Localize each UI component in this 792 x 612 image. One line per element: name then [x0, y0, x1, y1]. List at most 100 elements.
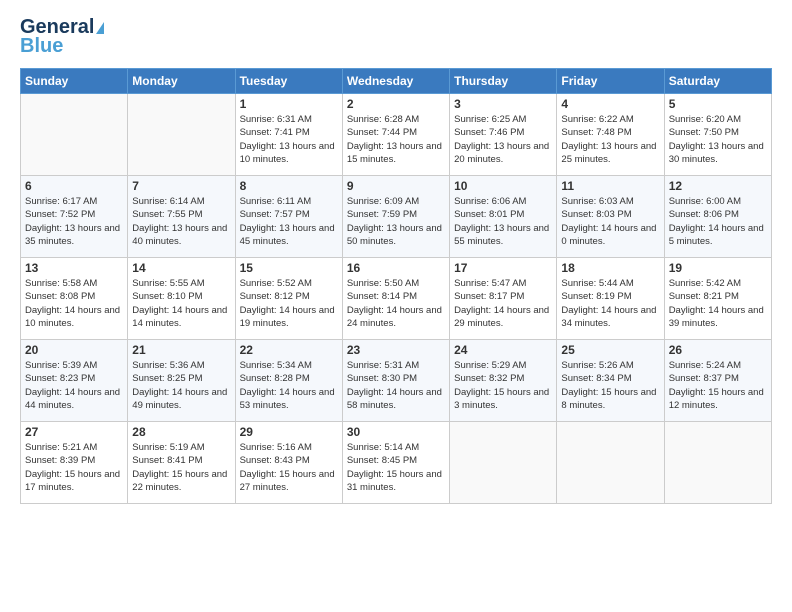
calendar-cell: 24 Sunrise: 5:29 AMSunset: 8:32 PMDayligh… — [450, 340, 557, 422]
day-info: Sunrise: 6:03 AMSunset: 8:03 PMDaylight:… — [561, 195, 659, 248]
day-info: Sunrise: 5:50 AMSunset: 8:14 PMDaylight:… — [347, 277, 445, 330]
calendar-cell: 3 Sunrise: 6:25 AMSunset: 7:46 PMDaylight… — [450, 94, 557, 176]
day-info: Sunrise: 5:21 AMSunset: 8:39 PMDaylight:… — [25, 441, 123, 494]
weekday-header-tuesday: Tuesday — [235, 69, 342, 94]
calendar-cell: 15 Sunrise: 5:52 AMSunset: 8:12 PMDayligh… — [235, 258, 342, 340]
day-number: 26 — [669, 343, 767, 357]
day-info: Sunrise: 6:06 AMSunset: 8:01 PMDaylight:… — [454, 195, 552, 248]
calendar-week-1: 1 Sunrise: 6:31 AMSunset: 7:41 PMDaylight… — [21, 94, 772, 176]
calendar-cell — [450, 422, 557, 504]
day-number: 24 — [454, 343, 552, 357]
calendar-cell: 28Sunrise: 5:19 AMSunset: 8:41 PMDayligh… — [128, 422, 235, 504]
calendar-cell: 6 Sunrise: 6:17 AMSunset: 7:52 PMDaylight… — [21, 176, 128, 258]
calendar-cell — [21, 94, 128, 176]
day-number: 29 — [240, 425, 338, 439]
day-number: 18 — [561, 261, 659, 275]
day-number: 13 — [25, 261, 123, 275]
day-number: 11 — [561, 179, 659, 193]
calendar-cell: 12Sunrise: 6:00 AMSunset: 8:06 PMDayligh… — [664, 176, 771, 258]
logo: General Blue — [20, 16, 104, 58]
day-number: 16 — [347, 261, 445, 275]
day-number: 3 — [454, 97, 552, 111]
day-info: Sunrise: 5:42 AMSunset: 8:21 PMDaylight:… — [669, 277, 767, 330]
day-info: Sunrise: 6:09 AMSunset: 7:59 PMDaylight:… — [347, 195, 445, 248]
calendar-cell: 7Sunrise: 6:14 AMSunset: 7:55 PMDaylight… — [128, 176, 235, 258]
day-info: Sunrise: 5:31 AMSunset: 8:30 PMDaylight:… — [347, 359, 445, 412]
day-info: Sunrise: 5:55 AMSunset: 8:10 PMDaylight:… — [132, 277, 230, 330]
calendar-cell — [664, 422, 771, 504]
day-info: Sunrise: 5:52 AMSunset: 8:12 PMDaylight:… — [240, 277, 338, 330]
day-number: 14 — [132, 261, 230, 275]
day-info: Sunrise: 5:39 AMSunset: 8:23 PMDaylight:… — [25, 359, 123, 412]
calendar-cell: 5Sunrise: 6:20 AMSunset: 7:50 PMDaylight… — [664, 94, 771, 176]
calendar-body: 1 Sunrise: 6:31 AMSunset: 7:41 PMDaylight… — [21, 94, 772, 504]
calendar-week-4: 20 Sunrise: 5:39 AMSunset: 8:23 PMDayligh… — [21, 340, 772, 422]
day-number: 1 — [240, 97, 338, 111]
calendar-week-5: 27 Sunrise: 5:21 AMSunset: 8:39 PMDayligh… — [21, 422, 772, 504]
day-number: 15 — [240, 261, 338, 275]
calendar-cell — [557, 422, 664, 504]
day-number: 10 — [454, 179, 552, 193]
calendar-cell: 2 Sunrise: 6:28 AMSunset: 7:44 PMDaylight… — [342, 94, 449, 176]
day-number: 21 — [132, 343, 230, 357]
calendar-cell: 17Sunrise: 5:47 AMSunset: 8:17 PMDayligh… — [450, 258, 557, 340]
day-number: 27 — [25, 425, 123, 439]
day-info: Sunrise: 5:58 AMSunset: 8:08 PMDaylight:… — [25, 277, 123, 330]
calendar-cell: 13 Sunrise: 5:58 AMSunset: 8:08 PMDayligh… — [21, 258, 128, 340]
calendar-cell: 9 Sunrise: 6:09 AMSunset: 7:59 PMDaylight… — [342, 176, 449, 258]
logo-blue: Blue — [20, 35, 63, 58]
day-info: Sunrise: 5:36 AMSunset: 8:25 PMDaylight:… — [132, 359, 230, 412]
day-info: Sunrise: 5:19 AMSunset: 8:41 PMDaylight:… — [132, 441, 230, 494]
day-number: 19 — [669, 261, 767, 275]
calendar-cell: 23Sunrise: 5:31 AMSunset: 8:30 PMDayligh… — [342, 340, 449, 422]
weekday-row: SundayMondayTuesdayWednesdayThursdayFrid… — [21, 69, 772, 94]
weekday-header-wednesday: Wednesday — [342, 69, 449, 94]
day-info: Sunrise: 6:17 AMSunset: 7:52 PMDaylight:… — [25, 195, 123, 248]
day-number: 22 — [240, 343, 338, 357]
calendar-cell: 29 Sunrise: 5:16 AMSunset: 8:43 PMDayligh… — [235, 422, 342, 504]
calendar-week-2: 6 Sunrise: 6:17 AMSunset: 7:52 PMDaylight… — [21, 176, 772, 258]
calendar-page: General Blue SundayMondayTuesdayWednesda… — [0, 0, 792, 612]
day-info: Sunrise: 6:28 AMSunset: 7:44 PMDaylight:… — [347, 113, 445, 166]
weekday-header-saturday: Saturday — [664, 69, 771, 94]
calendar-cell: 8 Sunrise: 6:11 AMSunset: 7:57 PMDaylight… — [235, 176, 342, 258]
day-number: 2 — [347, 97, 445, 111]
day-info: Sunrise: 5:47 AMSunset: 8:17 PMDaylight:… — [454, 277, 552, 330]
day-info: Sunrise: 6:22 AMSunset: 7:48 PMDaylight:… — [561, 113, 659, 166]
header: General Blue — [20, 16, 772, 58]
day-info: Sunrise: 6:11 AMSunset: 7:57 PMDaylight:… — [240, 195, 338, 248]
day-info: Sunrise: 5:16 AMSunset: 8:43 PMDaylight:… — [240, 441, 338, 494]
day-info: Sunrise: 6:25 AMSunset: 7:46 PMDaylight:… — [454, 113, 552, 166]
day-number: 30 — [347, 425, 445, 439]
day-info: Sunrise: 6:31 AMSunset: 7:41 PMDaylight:… — [240, 113, 338, 166]
day-number: 8 — [240, 179, 338, 193]
day-info: Sunrise: 5:34 AMSunset: 8:28 PMDaylight:… — [240, 359, 338, 412]
day-number: 6 — [25, 179, 123, 193]
calendar-table: SundayMondayTuesdayWednesdayThursdayFrid… — [20, 68, 772, 504]
day-info: Sunrise: 6:20 AMSunset: 7:50 PMDaylight:… — [669, 113, 767, 166]
calendar-cell: 25Sunrise: 5:26 AMSunset: 8:34 PMDayligh… — [557, 340, 664, 422]
day-info: Sunrise: 5:29 AMSunset: 8:32 PMDaylight:… — [454, 359, 552, 412]
day-info: Sunrise: 6:00 AMSunset: 8:06 PMDaylight:… — [669, 195, 767, 248]
calendar-cell — [128, 94, 235, 176]
calendar-cell: 11 Sunrise: 6:03 AMSunset: 8:03 PMDayligh… — [557, 176, 664, 258]
weekday-header-thursday: Thursday — [450, 69, 557, 94]
calendar-cell: 27 Sunrise: 5:21 AMSunset: 8:39 PMDayligh… — [21, 422, 128, 504]
calendar-header: SundayMondayTuesdayWednesdayThursdayFrid… — [21, 69, 772, 94]
day-number: 9 — [347, 179, 445, 193]
weekday-header-friday: Friday — [557, 69, 664, 94]
calendar-cell: 1 Sunrise: 6:31 AMSunset: 7:41 PMDaylight… — [235, 94, 342, 176]
calendar-cell: 18Sunrise: 5:44 AMSunset: 8:19 PMDayligh… — [557, 258, 664, 340]
calendar-cell: 20 Sunrise: 5:39 AMSunset: 8:23 PMDayligh… — [21, 340, 128, 422]
calendar-cell: 19 Sunrise: 5:42 AMSunset: 8:21 PMDayligh… — [664, 258, 771, 340]
calendar-cell: 30Sunrise: 5:14 AMSunset: 8:45 PMDayligh… — [342, 422, 449, 504]
calendar-cell: 22 Sunrise: 5:34 AMSunset: 8:28 PMDayligh… — [235, 340, 342, 422]
day-number: 25 — [561, 343, 659, 357]
calendar-cell: 21 Sunrise: 5:36 AMSunset: 8:25 PMDayligh… — [128, 340, 235, 422]
weekday-header-monday: Monday — [128, 69, 235, 94]
calendar-cell: 14 Sunrise: 5:55 AMSunset: 8:10 PMDayligh… — [128, 258, 235, 340]
logo-triangle-icon — [96, 22, 104, 34]
day-info: Sunrise: 6:14 AMSunset: 7:55 PMDaylight:… — [132, 195, 230, 248]
day-info: Sunrise: 5:24 AMSunset: 8:37 PMDaylight:… — [669, 359, 767, 412]
day-number: 20 — [25, 343, 123, 357]
